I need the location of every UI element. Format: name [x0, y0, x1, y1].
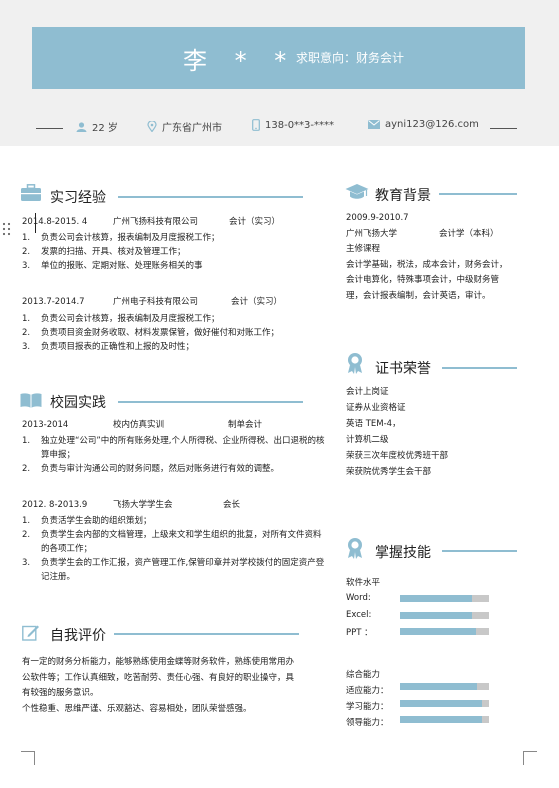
entry-duties: 1. 独立处理“公司”中的所有账务处理,个人所得税、企业所得税、出口退税的核算申报…	[22, 434, 326, 476]
list-item: 2. 负责学生会内部的文档管理，上级来文和学生组织的批复，对所有文件资料的各项工作…	[22, 530, 322, 554]
phone-info: 138-0**3-****	[252, 119, 334, 131]
entry-org: 校内仿真实训	[113, 420, 165, 430]
entry-duties: 1. 负责活学生会助的组织策划； 2. 负责学生会内部的文档管理，上级来文和学生组织…	[22, 514, 326, 584]
entry-duties: 1. 负责公司会计核算，报表编制及月度报税工作； 2. 发票的扫描、开具、核对及管理…	[22, 231, 220, 273]
location-text: 广东省广州市	[162, 123, 222, 134]
list-item: 计算机二级	[346, 435, 389, 445]
corner-mark	[21, 751, 35, 765]
skill-bar-ppt	[400, 628, 489, 635]
section-rule	[442, 367, 517, 369]
edu-period: 2009.9-2010.7	[346, 213, 409, 223]
skill-name: Excel:	[346, 610, 372, 620]
skill-bar-fill	[400, 683, 477, 690]
entry-period: 2013-2014	[22, 420, 69, 430]
list-item: 3. 负责项目报表的正确性和上报的及时性；	[22, 342, 195, 352]
entry-role: 会计（实习）	[229, 217, 281, 227]
skill-bar-word	[400, 595, 489, 602]
mail-icon	[368, 120, 380, 129]
location-pin-icon	[147, 121, 157, 132]
skill-bar-fill	[400, 700, 482, 707]
list-item: 会计上岗证	[346, 387, 389, 397]
briefcase-icon	[21, 184, 41, 201]
candidate-name: 李 * *	[183, 47, 297, 75]
skill-name: PPT ：	[346, 628, 373, 638]
email-info: ayni123@126.com	[368, 119, 479, 130]
edu-school: 广州飞扬大学	[346, 229, 398, 239]
skill-name: Word:	[346, 593, 371, 603]
age-info: 22 岁	[76, 119, 118, 134]
phone-icon	[252, 119, 260, 131]
list-item: 1. 负责公司会计核算，报表编制及月度报税工作；	[22, 233, 220, 243]
section-title-self-eval: 自我评价	[50, 628, 106, 644]
skill-bar-fill	[400, 716, 482, 723]
list-item: 3. 单位的报账、定期对账、处理账务相关的事	[22, 261, 203, 271]
skill-bar-lead	[400, 716, 489, 723]
divider	[36, 128, 63, 129]
entry-role: 会长	[223, 500, 241, 510]
entry-org: 广州电子科技有限公司	[113, 297, 199, 307]
skill-bar-fill	[400, 595, 473, 602]
skill-bar-fill	[400, 628, 476, 635]
email-text: ayni123@126.com	[385, 119, 479, 130]
skill-bar-learn	[400, 700, 489, 707]
list-item: 2. 负责项目资金财务收取、材料发票保管，做好催付和对账工作；	[22, 328, 280, 338]
section-rule	[439, 193, 517, 195]
skill-bar-fill	[400, 612, 473, 619]
location-info: 广东省广州市	[147, 119, 222, 134]
entry-org: 飞扬大学学生会	[113, 500, 173, 510]
section-rule	[114, 633, 299, 635]
graduation-cap-icon	[345, 184, 369, 199]
skill-name: 领导能力：	[346, 718, 389, 728]
skill-bar-excel	[400, 612, 489, 619]
list-item: 2. 负责与审计沟通公司的财务问题，然后对账务进行有效的调整。	[22, 464, 280, 474]
entry-role: 会计（实习）	[231, 297, 283, 307]
list-item: 1. 独立处理“公司”中的所有账务处理,个人所得税、企业所得税、出口退税的核算申报…	[22, 436, 325, 460]
book-icon	[20, 393, 42, 408]
award-ribbon-icon	[348, 353, 362, 374]
drag-handle-icon[interactable]	[2, 222, 11, 236]
section-title-skills: 掌握技能	[375, 545, 431, 561]
edit-icon	[22, 625, 39, 641]
list-item: 1. 负责活学生会助的组织策划；	[22, 516, 152, 526]
person-icon	[76, 121, 87, 132]
award-ribbon-icon	[348, 538, 362, 559]
divider	[490, 128, 517, 129]
skill-name: 适应能力：	[346, 686, 389, 696]
section-rule	[442, 550, 517, 552]
entry-duties: 1. 负责公司会计核算，报表编制及月度报税工作； 2. 负责项目资金财务收取、材料发…	[22, 312, 279, 354]
entry-org: 广州飞扬科技有限公司	[113, 217, 199, 227]
skill-bar-adapt	[400, 683, 489, 690]
list-item: 英语 TEM-4，	[346, 419, 401, 429]
self-eval-text: 有一定的财务分析能力，能够熟练使用金蝶等财务软件，熟练使用常用办 公软件等；工作…	[22, 657, 295, 714]
entry-period: 2014.8-2015. 4	[22, 217, 88, 227]
section-rule	[118, 196, 303, 198]
entry-period: 2012. 8-2013.9	[22, 500, 88, 510]
phone-text: 138-0**3-****	[265, 119, 335, 131]
edu-courses: 主修课程 会计学基础，税法，成本会计，财务会计， 会计电算化，特殊事项会计，中级…	[346, 244, 508, 301]
list-item: 2. 发票的扫描、开具、核对及管理工作；	[22, 247, 186, 257]
age-text: 22 岁	[92, 123, 118, 134]
list-item: 3. 负责学生会的工作汇报，资产管理工作,保管印章并对学校拨付的固定资产登记注册。	[22, 558, 325, 582]
corner-mark	[523, 751, 537, 765]
software-title: 软件水平	[346, 578, 381, 588]
list-item: 荣获三次年度校优秀班干部	[346, 451, 449, 461]
list-item: 1. 负责公司会计核算，报表编制及月度报税工作；	[22, 314, 220, 324]
overall-title: 综合能力	[346, 670, 381, 680]
list-item: 证券从业资格证	[346, 403, 406, 413]
job-intent: 求职意向：财务会计	[296, 51, 405, 65]
skill-name: 学习能力：	[346, 702, 389, 712]
certificate-list: 会计上岗证 证券从业资格证 英语 TEM-4， 计算机二级 荣获三次年度校优秀班…	[346, 384, 448, 480]
entry-period: 2013.7-2014.7	[22, 297, 85, 307]
edu-major: 会计学（本科）	[439, 229, 499, 239]
section-title-campus: 校园实践	[50, 395, 106, 411]
section-title-education: 教育背景	[375, 188, 431, 204]
section-rule	[118, 401, 303, 403]
section-title-internship: 实习经验	[50, 190, 106, 206]
text-cursor	[35, 213, 36, 233]
list-item: 荣获院优秀学生会干部	[346, 467, 432, 477]
entry-role: 制单会计	[228, 420, 263, 430]
section-title-certificates: 证书荣誉	[375, 361, 431, 377]
